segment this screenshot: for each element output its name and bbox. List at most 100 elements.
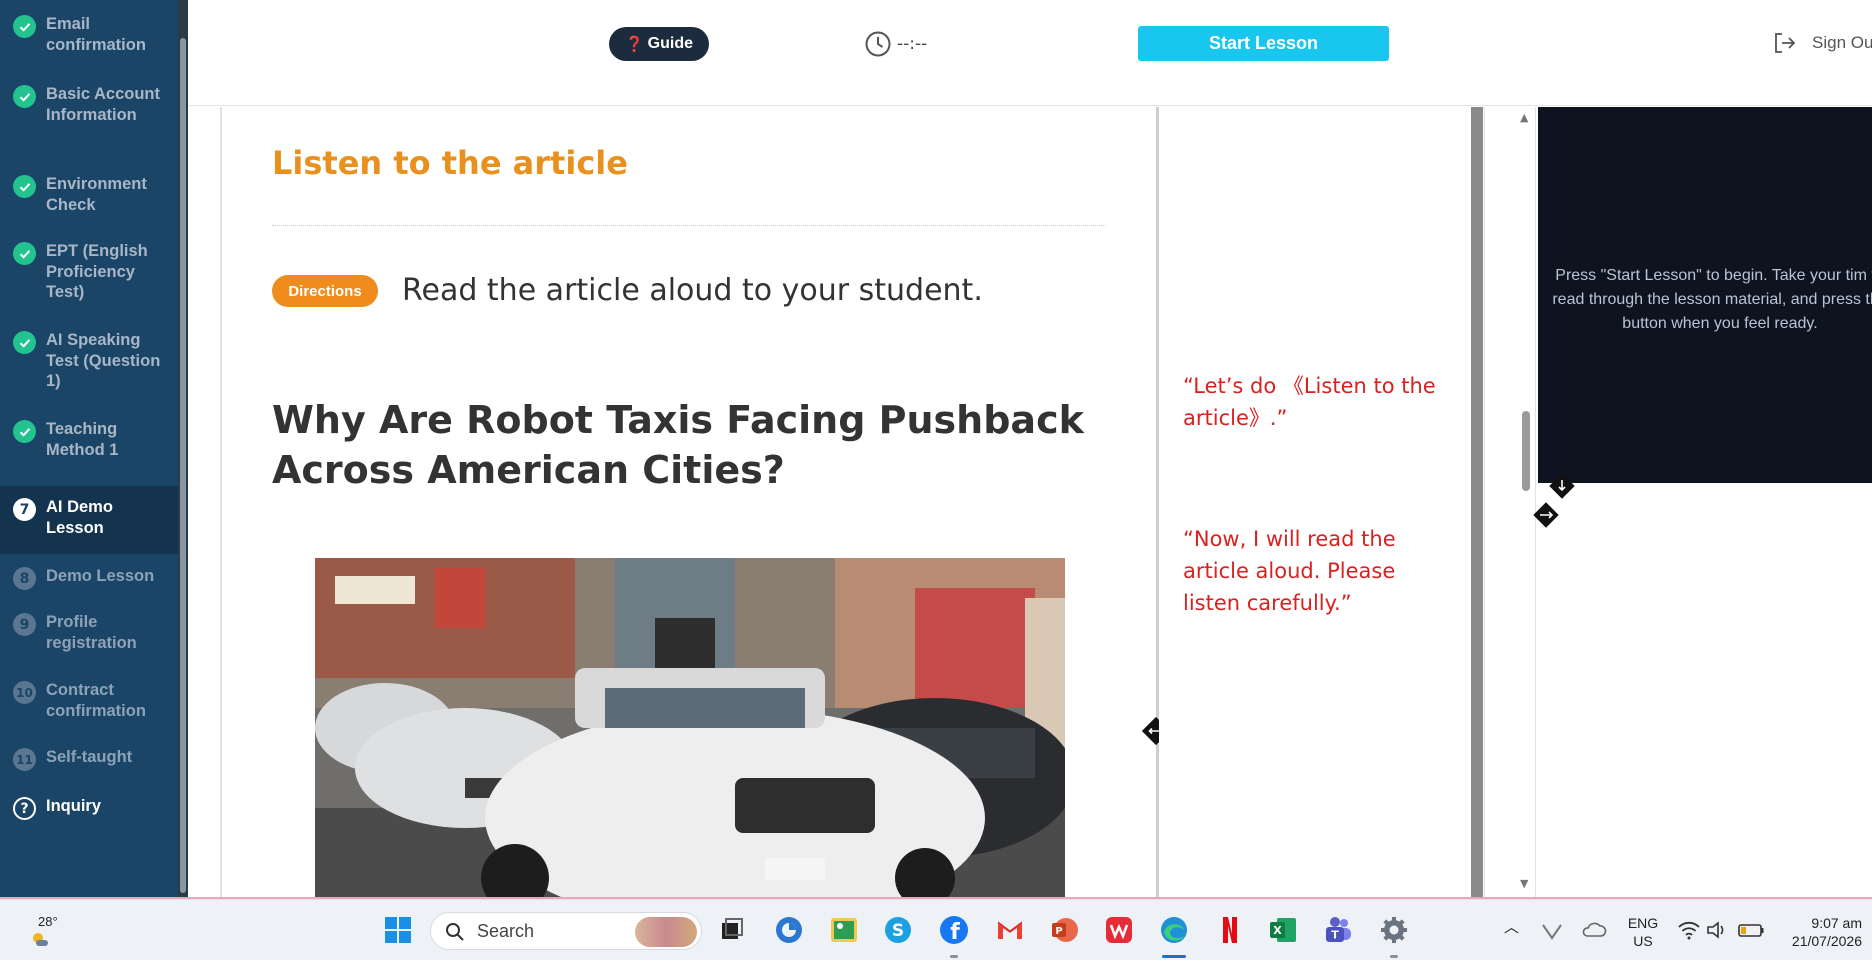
- check-icon: [13, 242, 36, 265]
- svg-text:S: S: [892, 921, 904, 941]
- article-title: Why Are Robot Taxis Facing Pushback Acro…: [272, 398, 1084, 492]
- step-label: Contract confirmation: [46, 681, 146, 720]
- right-panel-scrollbar[interactable]: ▲ ▼: [1484, 107, 1536, 897]
- script-panel-scrollbar[interactable]: [1471, 107, 1483, 897]
- guide-button[interactable]: ❓ Guide: [609, 27, 709, 61]
- start-lesson-instructions: Press "Start Lesson" to begin. Take your…: [1552, 267, 1872, 332]
- gmail-app-icon[interactable]: [994, 914, 1026, 946]
- step-number: 11: [13, 748, 36, 771]
- taskbar-search-box[interactable]: Search: [430, 912, 702, 950]
- svg-text:T: T: [1331, 929, 1339, 942]
- step-profile-registration[interactable]: 9 Profile registration: [0, 601, 178, 669]
- scroll-down-arrow-icon[interactable]: ▼: [1520, 877, 1528, 890]
- step-label: Inquiry: [46, 797, 102, 815]
- step-basic-account-information[interactable]: Basic Account Information: [0, 84, 178, 174]
- sidebar-scrollbar-thumb[interactable]: [180, 38, 186, 893]
- onedrive-cloud-icon[interactable]: [1580, 916, 1608, 944]
- copilot-app-icon[interactable]: [773, 914, 805, 946]
- battery-icon[interactable]: [1736, 916, 1766, 944]
- section-title: Listen to the article: [272, 144, 628, 182]
- scrollbar-thumb[interactable]: [1522, 411, 1530, 491]
- lesson-timer: --:--: [864, 30, 927, 58]
- powerpoint-app-icon[interactable]: P: [1048, 914, 1080, 946]
- volume-icon[interactable]: [1704, 916, 1730, 944]
- check-icon: [13, 420, 36, 443]
- running-indicator: [950, 955, 958, 958]
- search-placeholder: Search: [477, 921, 535, 941]
- step-label: Environment Check: [46, 175, 147, 214]
- start-lesson-button[interactable]: Start Lesson: [1138, 26, 1389, 61]
- lesson-material: Listen to the article Directions Read th…: [220, 107, 1157, 897]
- sidebar-scrollbar[interactable]: [178, 0, 188, 897]
- step-demo-lesson[interactable]: 8 Demo Lesson: [0, 554, 178, 601]
- directions-badge: Directions: [272, 275, 378, 307]
- step-ai-speaking-test[interactable]: AI Speaking Test (Question 1): [0, 330, 178, 419]
- step-label: Email confirmation: [46, 15, 146, 54]
- search-icon: [446, 923, 464, 941]
- step-label: Self-taught: [46, 748, 133, 766]
- clock-date: 21/07/2026: [1791, 933, 1862, 949]
- wifi-icon[interactable]: [1676, 916, 1702, 944]
- system-clock[interactable]: 9:07 am 21/07/2026: [1780, 914, 1862, 950]
- progress-sidebar: Email confirmation Basic Account Informa…: [0, 0, 188, 897]
- guide-label: Guide: [647, 35, 694, 52]
- step-number: 9: [13, 613, 36, 636]
- windows-taskbar: 28° Search S f P X T ︿ ENG US 9:07 am 21…: [0, 899, 1872, 960]
- task-view-icon[interactable]: [716, 914, 748, 946]
- check-icon: [13, 15, 36, 38]
- step-ai-demo-lesson[interactable]: 7 AI Demo Lesson: [0, 486, 178, 554]
- step-teaching-method-1[interactable]: Teaching Method 1: [0, 419, 178, 486]
- active-app-indicator: [1162, 955, 1186, 958]
- language-code: ENG: [1627, 915, 1659, 931]
- input-language-indicator[interactable]: ENG US: [1624, 914, 1662, 950]
- expand-handle-icon[interactable]: [1532, 500, 1560, 530]
- step-label: Basic Account Information: [46, 85, 161, 124]
- search-highlight-image: [635, 917, 697, 947]
- sign-out-button[interactable]: Sign Ou: [1772, 30, 1872, 56]
- show-hidden-icons-chevron-icon[interactable]: ︿: [1504, 916, 1519, 937]
- scroll-up-arrow-icon[interactable]: ▲: [1520, 111, 1528, 124]
- step-label: AI Speaking Test (Question 1): [46, 331, 161, 390]
- step-contract-confirmation[interactable]: 10 Contract confirmation: [0, 669, 178, 736]
- inquiry-link[interactable]: ? Inquiry: [0, 786, 178, 836]
- script-line: “Let’s do 《Listen to the article》.”: [1183, 374, 1436, 430]
- edge-browser-icon[interactable]: [1158, 914, 1190, 946]
- drag-handle-icon[interactable]: [1548, 472, 1576, 500]
- check-icon: [13, 175, 36, 198]
- excel-app-icon[interactable]: X: [1267, 914, 1299, 946]
- weather-widget[interactable]: 28°: [26, 914, 66, 950]
- region-code: US: [1633, 933, 1653, 949]
- help-icon: ?: [13, 797, 36, 820]
- step-number: 7: [13, 498, 36, 521]
- teacher-script-panel: “Let’s do 《Listen to the article》.” “Now…: [1159, 107, 1471, 897]
- sign-out-icon: [1775, 33, 1796, 53]
- article-photo-robot-taxi: [315, 558, 1065, 897]
- step-number: 10: [13, 681, 36, 704]
- top-header: ❓ Guide --:-- Start Lesson Sign Ou: [188, 0, 1872, 106]
- weather-icon: [33, 933, 48, 946]
- weather-temperature: 28°: [38, 914, 58, 929]
- skype-app-icon[interactable]: S: [882, 914, 914, 946]
- facebook-app-icon[interactable]: f: [938, 914, 970, 946]
- timer-value: --:--: [897, 34, 928, 54]
- script-line: “Now, I will read the article aloud. Ple…: [1183, 527, 1396, 615]
- settings-gear-icon[interactable]: [1378, 914, 1410, 946]
- start-menu-icon[interactable]: [382, 914, 414, 946]
- wps-office-app-icon[interactable]: [1103, 914, 1135, 946]
- step-email-confirmation[interactable]: Email confirmation: [0, 14, 178, 84]
- photos-app-icon[interactable]: [828, 914, 860, 946]
- step-self-taught[interactable]: 11 Self-taught: [0, 736, 178, 786]
- step-ept[interactable]: EPT (English Proficiency Test): [0, 241, 178, 330]
- svg-text:X: X: [1273, 924, 1282, 937]
- step-environment-check[interactable]: Environment Check: [0, 174, 178, 241]
- directions-text: Read the article aloud to your student.: [402, 273, 983, 308]
- svg-text:P: P: [1055, 926, 1062, 937]
- video-preview-panel: Press "Start Lesson" to begin. Take your…: [1538, 107, 1872, 483]
- step-number: 8: [13, 567, 36, 590]
- step-label: Teaching Method 1: [46, 420, 119, 459]
- netflix-app-icon[interactable]: [1214, 914, 1246, 946]
- question-mark-icon: ❓: [624, 36, 644, 53]
- teams-app-icon[interactable]: T: [1322, 914, 1354, 946]
- step-label: EPT (English Proficiency Test): [46, 242, 148, 301]
- vpn-tray-icon[interactable]: [1538, 916, 1566, 944]
